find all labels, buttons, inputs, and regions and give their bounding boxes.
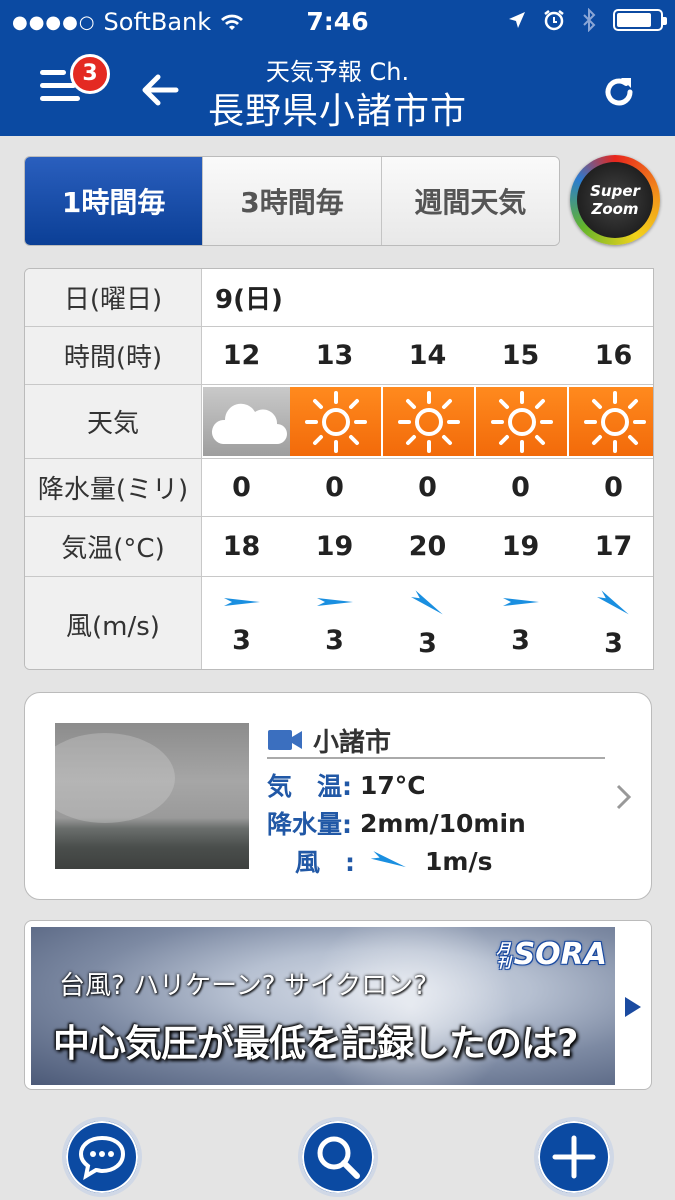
- precip-row: 降水量(ミリ) 0 0 0 0 0: [25, 459, 653, 517]
- temperature-cell: 18: [222, 531, 261, 562]
- hourly-forecast-table: 日(曜日) 9(日) 時間(時) 12 13 14 15 16 天気 降水量(ミ…: [24, 268, 654, 670]
- sun-icon: [383, 387, 474, 456]
- precip-cell: 0: [325, 472, 344, 503]
- location-arrow-icon: [509, 12, 525, 28]
- wind-label: 風(m/s): [25, 577, 202, 669]
- sun-icon: [569, 387, 653, 456]
- hour-label: 時間(時): [25, 327, 202, 384]
- chat-bubble-icon: [78, 1135, 126, 1180]
- temperature-cell: 19: [315, 531, 354, 562]
- sora-logo-text: SORA: [513, 937, 607, 972]
- banner-headline: 中心気圧が最低を記録したのは?: [53, 1022, 578, 1065]
- temperature-cell: 19: [501, 531, 540, 562]
- sun-icon: [290, 387, 381, 456]
- super-zoom-label-top: Super: [590, 182, 640, 200]
- hour-cell: 12: [222, 340, 261, 371]
- page-title: 長野県小諸市市: [207, 91, 467, 132]
- temperature-cell: 17: [594, 531, 633, 562]
- search-button[interactable]: [298, 1117, 378, 1197]
- tab-hourly[interactable]: 1時間毎: [25, 157, 204, 245]
- super-zoom-label-bottom: Zoom: [591, 200, 639, 218]
- camera-wind: 風 : 1m/s: [295, 843, 492, 879]
- camera-precipitation-label: 降水量:: [267, 810, 352, 839]
- refresh-icon[interactable]: [599, 72, 639, 112]
- wind-cell: 3: [381, 577, 474, 669]
- play-arrow-icon[interactable]: [625, 997, 641, 1017]
- camera-wind-label: 風 :: [295, 848, 355, 877]
- camera-thumbnail: [55, 723, 249, 869]
- weather-row: 天気: [25, 385, 653, 459]
- back-arrow-icon[interactable]: [136, 66, 184, 114]
- wind-speed: 3: [604, 627, 623, 659]
- temperature-label: 気温(°C): [25, 517, 202, 576]
- ad-banner[interactable]: 月刊 SORA 台風? ハリケーン? サイクロン? 中心気圧が最低を記録したのは…: [24, 920, 652, 1090]
- precip-cell: 0: [232, 472, 251, 503]
- wind-speed: 3: [511, 625, 530, 657]
- camera-precipitation-value: 2mm/10min: [360, 808, 526, 838]
- camera-precipitation: 降水量: 2mm/10min: [267, 805, 526, 841]
- banner-question: 台風? ハリケーン? サイクロン?: [59, 971, 428, 1001]
- precip-cell: 0: [604, 472, 623, 503]
- camera-location-name: 小諸市: [313, 727, 392, 758]
- sora-logo: 月刊 SORA: [494, 937, 607, 972]
- super-zoom-button[interactable]: Super Zoom: [570, 155, 660, 245]
- hour-cell: 16: [594, 340, 633, 371]
- weather-label: 天気: [25, 385, 202, 458]
- camera-temperature: 気 温: 17°C: [267, 767, 426, 803]
- cloud-icon: [203, 387, 294, 456]
- sun-icon: [476, 387, 567, 456]
- wind-direction-southeast-icon: [596, 590, 629, 615]
- tab-three-hourly[interactable]: 3時間毎: [203, 157, 382, 245]
- add-button[interactable]: [534, 1117, 614, 1197]
- wind-direction-east-icon: [223, 597, 260, 606]
- tab-weekly[interactable]: 週間天気: [381, 157, 559, 245]
- wind-direction-southeast-icon: [370, 851, 406, 868]
- wind-cell: 3: [474, 577, 567, 669]
- battery-icon: [613, 9, 667, 31]
- wind-direction-east-icon: [316, 597, 353, 606]
- wind-speed: 3: [232, 625, 251, 657]
- sora-logo-small: 月刊: [494, 940, 511, 969]
- date-value: 9(日): [215, 285, 283, 315]
- wind-cell: 3: [195, 577, 288, 669]
- temperature-row: 気温(°C) 18 19 20 19 17: [25, 517, 653, 577]
- bluetooth-icon: [583, 8, 596, 32]
- chevron-right-icon[interactable]: [615, 783, 633, 811]
- precip-cell: 0: [511, 472, 530, 503]
- hour-cell: 15: [501, 340, 540, 371]
- wind-speed: 3: [325, 625, 344, 657]
- hour-row: 時間(時) 12 13 14 15 16: [25, 327, 653, 385]
- wind-direction-east-icon: [502, 597, 539, 606]
- precip-cell: 0: [418, 472, 437, 503]
- hour-cell: 13: [315, 340, 354, 371]
- wind-direction-southeast-icon: [410, 590, 443, 615]
- status-bar: ●●●●○ SoftBank 7:46: [0, 0, 675, 44]
- camera-wind-value: 1m/s: [425, 846, 493, 876]
- camera-location: 小諸市: [267, 723, 605, 759]
- forecast-tabs: 1時間毎 3時間毎 週間天気: [24, 156, 560, 246]
- alarm-icon: [544, 10, 564, 31]
- notification-badge[interactable]: 3: [70, 54, 110, 94]
- temperature-cell: 20: [408, 531, 447, 562]
- chat-button[interactable]: [62, 1117, 142, 1197]
- live-camera-card[interactable]: 小諸市 気 温: 17°C 降水量: 2mm/10min 風 : 1m/s: [24, 692, 652, 900]
- wind-row: 風(m/s) 3 3 3 3 3: [25, 577, 653, 669]
- precip-label: 降水量(ミリ): [25, 459, 202, 516]
- navigation-bar: 3 天気予報 Ch. 長野県小諸市市: [0, 44, 675, 136]
- date-label: 日(曜日): [25, 269, 202, 326]
- wind-cell: 3: [288, 577, 381, 669]
- wind-speed: 3: [418, 627, 437, 659]
- date-row: 日(曜日) 9(日): [25, 269, 653, 327]
- video-camera-icon: [268, 730, 302, 750]
- camera-temperature-label: 気 温:: [267, 772, 352, 801]
- plus-icon: [552, 1135, 596, 1179]
- search-icon: [317, 1136, 360, 1179]
- hour-cell: 14: [408, 340, 447, 371]
- camera-temperature-value: 17°C: [360, 770, 426, 800]
- banner-image: 月刊 SORA 台風? ハリケーン? サイクロン? 中心気圧が最低を記録したのは…: [31, 927, 615, 1085]
- wind-cell: 3: [567, 577, 653, 669]
